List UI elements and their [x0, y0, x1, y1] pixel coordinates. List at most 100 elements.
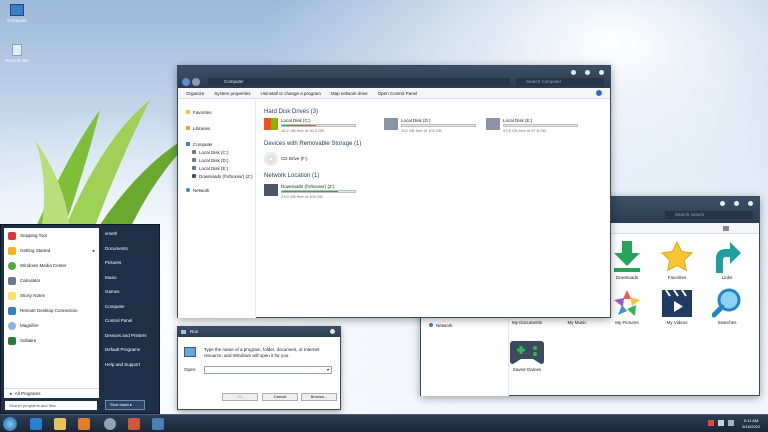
forward-button[interactable] — [192, 78, 200, 86]
speaker-icon[interactable] — [718, 420, 724, 426]
uninstall-program-button[interactable]: Uninstall or change a program — [261, 91, 321, 96]
media-player-icon[interactable] — [78, 418, 90, 430]
drive-e[interactable]: Local Disk (E:) 97.5 GB free of 97.6 GB — [486, 118, 578, 133]
network-icon — [429, 323, 433, 327]
drive-c[interactable]: Local Disk (C:) 16.2 GB free of 30.2 GB — [264, 118, 356, 133]
magnifier-icon — [8, 321, 16, 330]
ok-button[interactable]: OK — [222, 393, 258, 401]
download-icon — [614, 241, 640, 272]
browse-button[interactable]: Browse... — [301, 393, 337, 401]
explorer-search-input[interactable]: Search Computer — [516, 78, 604, 86]
cancel-button[interactable]: Cancel — [262, 393, 298, 401]
library-item-my-videos[interactable]: My Videos — [657, 288, 697, 325]
sidebar-item-network[interactable]: Network — [429, 321, 508, 329]
cd-icon — [264, 152, 278, 166]
chevron-down-icon[interactable]: ▾ — [327, 367, 329, 372]
start-link-pictures[interactable]: Pictures — [105, 260, 159, 275]
sidebar-item-drive-d[interactable]: Local Disk (D:) — [186, 156, 255, 164]
drive-z-usage-fill — [282, 191, 339, 192]
paint-icon[interactable] — [128, 418, 140, 430]
run-dialog: Run Type the name of a program, folder, … — [177, 326, 341, 410]
network-tray-icon[interactable] — [728, 420, 734, 426]
program-solitaire[interactable]: Solitaire — [4, 333, 99, 348]
start-search-input[interactable]: Search programs and files — [5, 401, 97, 410]
close-button[interactable] — [748, 201, 753, 206]
star-icon — [186, 110, 190, 114]
program-getting-started[interactable]: Getting Started ▸ — [4, 243, 99, 258]
desktop-icon-computer[interactable]: Computer — [3, 4, 31, 23]
start-link-computer[interactable]: Computer — [105, 304, 159, 319]
help-icon[interactable] — [596, 90, 602, 96]
close-button[interactable] — [599, 70, 604, 75]
desktop-icon-recycle-bin[interactable]: Recycle Bin — [3, 44, 31, 63]
library-item-my-pictures[interactable]: My Pictures — [607, 288, 647, 325]
open-control-panel-button[interactable]: Open Control Panel — [378, 91, 418, 96]
minimize-button[interactable] — [571, 70, 576, 75]
network-drive-z[interactable]: Downloads (\\Vboxsvr) (Z:) 23.0 GB free … — [264, 184, 356, 199]
organize-button[interactable]: Organize — [186, 91, 204, 96]
open-combo-input[interactable]: ▾ — [204, 366, 332, 374]
flag-icon[interactable] — [708, 420, 714, 426]
run-taskbar-icon[interactable] — [152, 418, 164, 430]
sidebar-item-network[interactable]: Network — [186, 186, 255, 194]
start-link-devices-printers[interactable]: Devices and Printers — [105, 333, 159, 348]
taskbar: 5:11 AM 6/16/2022 — [0, 414, 768, 432]
drive-d[interactable]: Local Disk (D:) 102 GB free of 102 GB — [384, 118, 476, 133]
file-explorer-icon[interactable] — [54, 418, 66, 430]
system-properties-button[interactable]: System properties — [214, 91, 250, 96]
view-options-icon[interactable] — [723, 225, 729, 231]
start-link-documents[interactable]: Documents — [105, 246, 159, 261]
calculator-icon — [8, 276, 16, 285]
drive-icon — [192, 150, 196, 154]
remote-desktop-icon — [8, 306, 16, 315]
start-link-default-programs[interactable]: Default Programs — [105, 347, 159, 362]
network-drive-icon — [264, 184, 278, 196]
map-network-drive-button[interactable]: Map network drive — [331, 91, 368, 96]
drive-d-usage-bar — [401, 124, 476, 127]
library-item-favorites[interactable]: Favorites — [657, 241, 697, 280]
maximize-button[interactable] — [734, 201, 739, 206]
program-magnifier[interactable]: Magnifier — [4, 318, 99, 333]
start-link-user[interactable]: vmeth — [105, 231, 159, 246]
program-remote-desktop[interactable]: Remote Desktop Connection — [4, 303, 99, 318]
shutdown-button[interactable]: Shut down ▸ — [105, 400, 145, 410]
libraries-search-input[interactable]: Search search — [665, 211, 753, 219]
sidebar-item-drive-z[interactable]: Downloads (\\Vboxsvr) (Z:) — [186, 172, 255, 180]
sidebar-item-drive-c[interactable]: Local Disk (C:) — [186, 148, 255, 156]
removable-section-header: Devices with Removable Storage (1) — [264, 141, 362, 147]
program-calculator[interactable]: Calculator — [4, 273, 99, 288]
program-windows-media-center[interactable]: Windows Media Center — [4, 258, 99, 273]
library-item-saved-games[interactable]: Saved Games — [507, 337, 547, 372]
sidebar-item-favorites[interactable]: Favorites — [186, 108, 255, 116]
start-link-games[interactable]: Games — [105, 289, 159, 304]
sidebar-item-drive-e[interactable]: Local Disk (E:) — [186, 164, 255, 172]
internet-explorer-icon[interactable] — [30, 418, 42, 430]
start-link-music[interactable]: Music — [105, 275, 159, 290]
computer-icon — [186, 142, 190, 146]
start-right-pane: vmeth Documents Pictures Music Games Com… — [105, 231, 159, 376]
media-center-icon — [8, 261, 16, 270]
library-item-links[interactable]: Links — [707, 241, 747, 280]
library-item-downloads[interactable]: Downloads — [607, 241, 647, 280]
cd-drive[interactable]: CD Drive (F:) — [264, 152, 308, 166]
sidebar-item-computer[interactable]: Computer — [186, 140, 255, 148]
maximize-button[interactable] — [585, 70, 590, 75]
program-sticky-notes[interactable]: Sticky Notes — [4, 288, 99, 303]
system-clock[interactable]: 5:11 AM 6/16/2022 — [742, 418, 760, 429]
star-icon — [661, 241, 693, 272]
back-button[interactable] — [182, 78, 190, 86]
all-programs-button[interactable]: ▸ All Programs — [4, 388, 99, 398]
drive-icon — [192, 166, 196, 170]
run-description: Type the name of a program, folder, docu… — [204, 347, 320, 358]
close-button[interactable] — [330, 329, 335, 334]
minimize-button[interactable] — [720, 201, 725, 206]
program-snipping-tool[interactable]: Snipping Tool — [4, 228, 99, 243]
gamepad-icon — [510, 341, 544, 364]
sidebar-item-libraries[interactable]: Libraries — [186, 124, 255, 132]
start-link-control-panel[interactable]: Control Panel — [105, 318, 159, 333]
address-bar[interactable]: Computer — [208, 78, 510, 86]
library-item-searches[interactable]: Searches — [707, 288, 747, 325]
start-button[interactable] — [3, 417, 17, 431]
start-link-help-support[interactable]: Help and Support — [105, 362, 159, 377]
settings-app-icon[interactable] — [104, 418, 116, 430]
